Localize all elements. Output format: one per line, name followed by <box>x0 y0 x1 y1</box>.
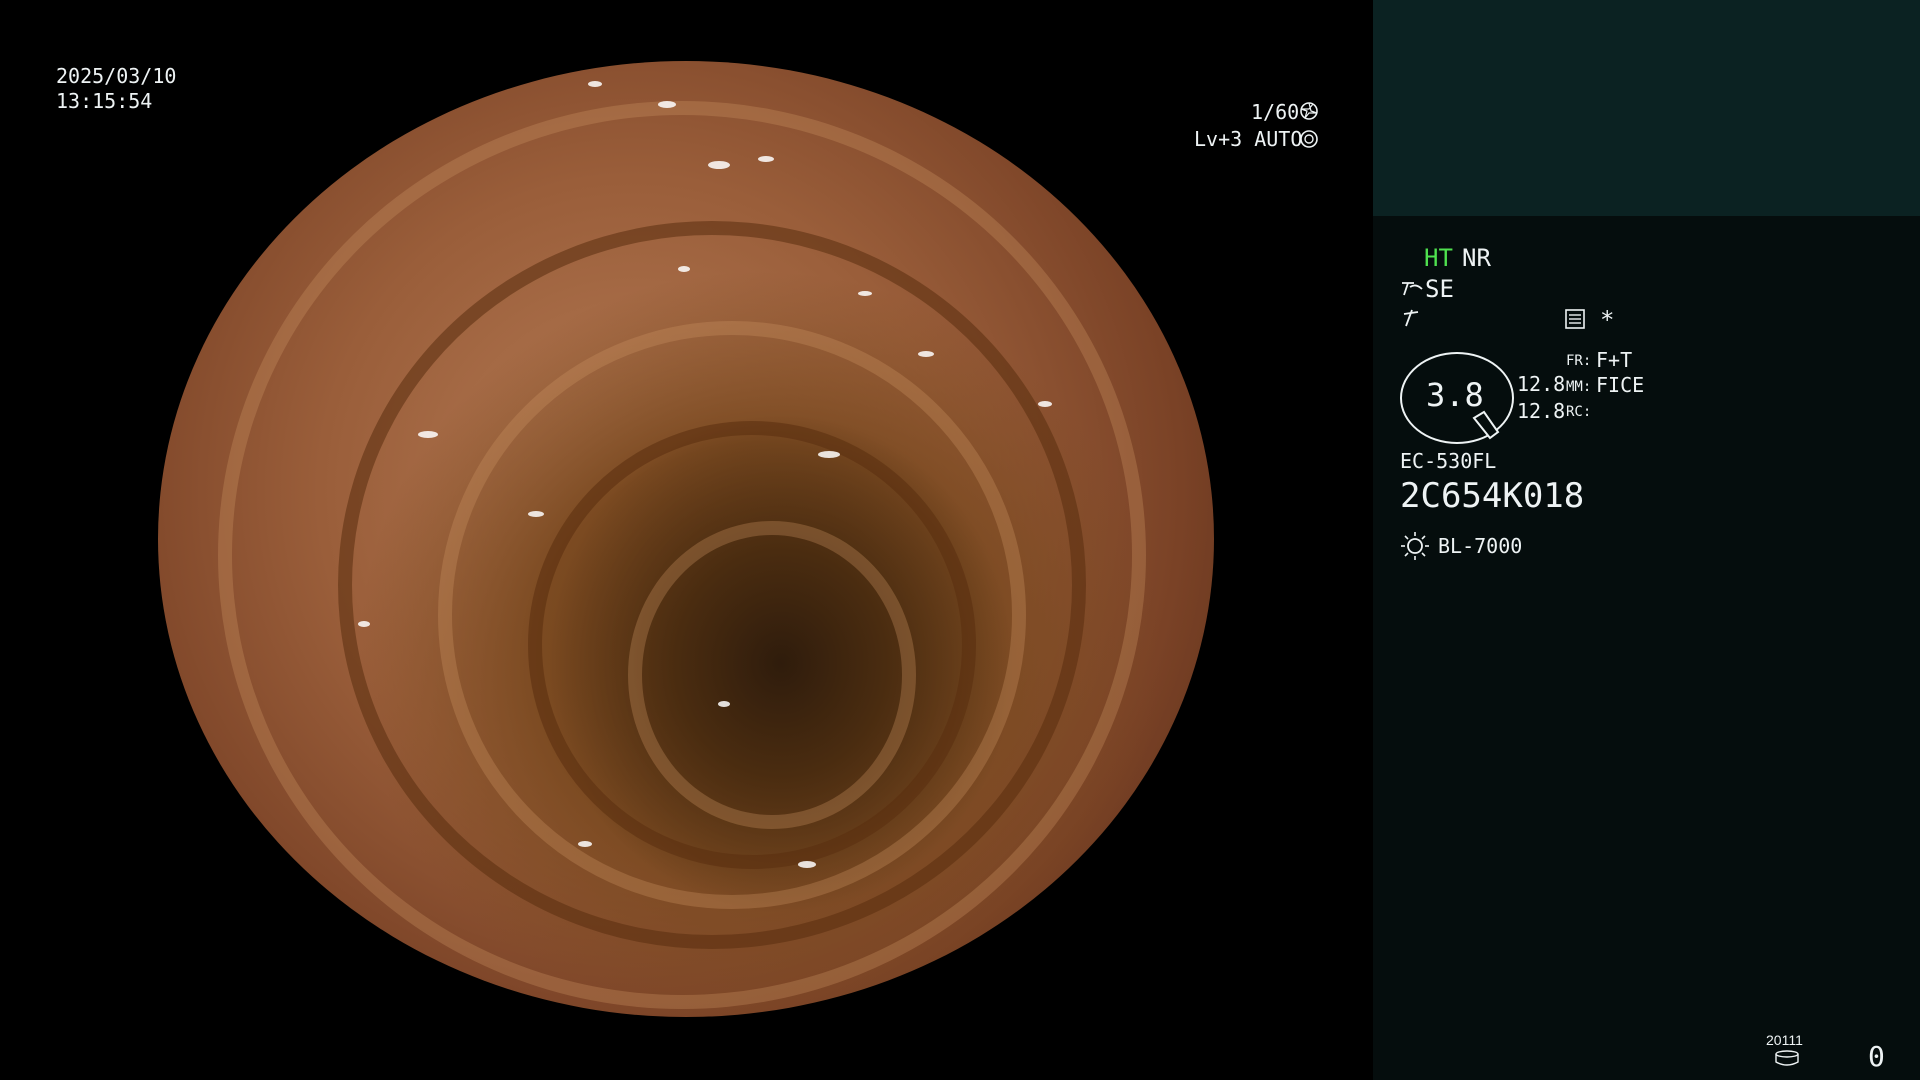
specular-highlight <box>858 291 872 296</box>
specular-highlight <box>678 266 690 272</box>
scope-model: EC-530FL <box>1400 449 1497 473</box>
fr-label: FR: <box>1566 353 1592 369</box>
ring-value: 3.8 <box>1426 376 1484 414</box>
specular-highlight <box>418 431 438 438</box>
specular-highlight <box>588 81 602 87</box>
specular-highlight <box>718 701 730 707</box>
specular-highlight <box>798 861 816 868</box>
counter: 0 <box>1868 1040 1885 1073</box>
patient-info-area <box>1373 0 1920 216</box>
storage-icon <box>1775 1050 1799 1066</box>
time-label: 13:15:54 <box>56 89 153 113</box>
specular-highlight <box>758 156 774 162</box>
storage-count: 20111 <box>1766 1032 1803 1048</box>
shutter-label: 1/60 <box>1251 100 1300 124</box>
rc-label: RC: <box>1566 404 1592 420</box>
mm-label: MM: <box>1566 379 1592 395</box>
se-icon <box>1402 282 1423 296</box>
shutter-icon <box>1300 102 1318 120</box>
specular-highlight <box>658 101 676 108</box>
light-source: BL-7000 <box>1438 534 1523 558</box>
date-label: 2025/03/10 <box>56 64 177 88</box>
specular-highlight <box>1038 401 1052 407</box>
asterisk-indicator: * <box>1600 306 1615 334</box>
zoom-top: 12.8 <box>1517 372 1566 396</box>
specular-highlight <box>918 351 934 357</box>
specular-highlight <box>578 841 592 847</box>
nr-indicator: NR <box>1462 244 1491 272</box>
fr-value: F+T <box>1596 348 1633 372</box>
level-label: Lv+3 AUTO <box>1194 127 1303 151</box>
menu-list-icon <box>1565 309 1585 329</box>
specular-highlight <box>708 161 730 169</box>
pen-icon <box>1403 309 1419 327</box>
ring-tab <box>1472 410 1500 440</box>
specular-highlight <box>818 451 840 458</box>
mm-value: FICE <box>1596 373 1645 397</box>
ht-indicator: HT <box>1424 244 1453 272</box>
specular-highlight <box>358 621 370 627</box>
zoom-bottom: 12.8 <box>1517 399 1566 423</box>
scope-serial: 2C654K018 <box>1400 476 1585 516</box>
specular-highlight <box>528 511 544 517</box>
se-indicator: SE <box>1425 275 1454 303</box>
lumen-edge <box>628 521 916 829</box>
endoscopic-image <box>158 61 1214 1017</box>
light-icon <box>1401 532 1429 560</box>
auto-iris-icon <box>1300 130 1318 148</box>
